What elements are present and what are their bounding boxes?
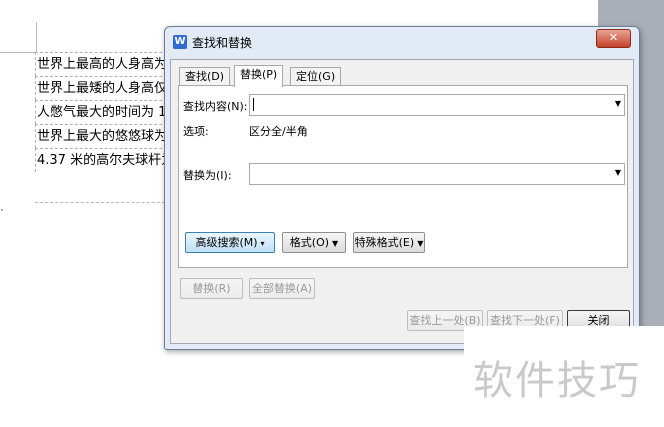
options-label: 选项: [183, 125, 209, 138]
table-row[interactable]: 世界上最大的悠悠球为直 [35, 124, 177, 148]
format-button[interactable]: 格式(O) ▼ [282, 232, 346, 253]
dialog-body: 查找(D) 替换(P) 定位(G) 查找内容(N): ▼ 选项: 区分全/半角 … [170, 59, 634, 344]
replace-tab-panel: 查找内容(N): ▼ 选项: 区分全/半角 替换为(I): ▼ 高级搜索(M) ▾… [178, 85, 628, 268]
text-cursor-mark: · [0, 203, 4, 217]
special-format-button[interactable]: 特殊格式(E) ▼ [353, 232, 425, 253]
dialog-title: 查找和替换 [192, 36, 253, 50]
document-table: 世界上最高的人身高为 2 世界上最矮的人身高仅为 人憋气最大的时间为 13 世界… [35, 52, 177, 203]
dropdown-arrow-icon[interactable]: ▼ [615, 99, 621, 108]
table-row[interactable]: 世界上最高的人身高为 2 [35, 52, 177, 76]
text-caret [253, 98, 254, 111]
replace-with-label: 替换为(I): [183, 169, 232, 182]
tab-find[interactable]: 查找(D) [179, 67, 231, 86]
replace-with-combobox[interactable]: ▼ [249, 163, 625, 185]
wps-writer-icon: W [173, 35, 187, 49]
replace-button[interactable]: 替换(R) [180, 278, 243, 299]
tab-replace[interactable]: 替换(P) [234, 65, 284, 87]
find-what-label: 查找内容(N): [183, 100, 248, 113]
advanced-search-label: 高级搜索(M) [195, 236, 258, 249]
table-row[interactable]: 人憋气最大的时间为 13 [35, 100, 177, 124]
page-margin-marker [0, 52, 36, 53]
format-label: 格式(O) [289, 236, 330, 249]
dropdown-arrow-icon: ▼ [417, 239, 424, 248]
dialog-titlebar[interactable]: W 查找和替换 ✕ [165, 27, 639, 57]
double-chevron-down-icon: ▾ [260, 239, 265, 248]
page-margin-marker [36, 22, 37, 52]
close-icon[interactable]: ✕ [596, 29, 631, 48]
options-value: 区分全/半角 [249, 125, 308, 138]
tab-goto[interactable]: 定位(G) [290, 67, 342, 86]
table-row[interactable]: 世界上最矮的人身高仅为 [35, 76, 177, 100]
dropdown-arrow-icon[interactable]: ▼ [615, 168, 621, 177]
watermark-text: 软件技巧 [473, 358, 641, 404]
replace-all-button[interactable]: 全部替换(A) [249, 278, 315, 299]
table-row[interactable]: 4.37 米的高尔夫球杆为世 [35, 148, 177, 172]
find-replace-dialog: W 查找和替换 ✕ 查找(D) 替换(P) 定位(G) 查找内容(N): ▼ 选… [164, 26, 640, 350]
find-what-combobox[interactable]: ▼ [249, 94, 625, 116]
advanced-search-button[interactable]: 高级搜索(M) ▾ [185, 232, 275, 253]
dropdown-arrow-icon: ▼ [332, 239, 339, 248]
special-format-label: 特殊格式(E) [354, 236, 415, 249]
